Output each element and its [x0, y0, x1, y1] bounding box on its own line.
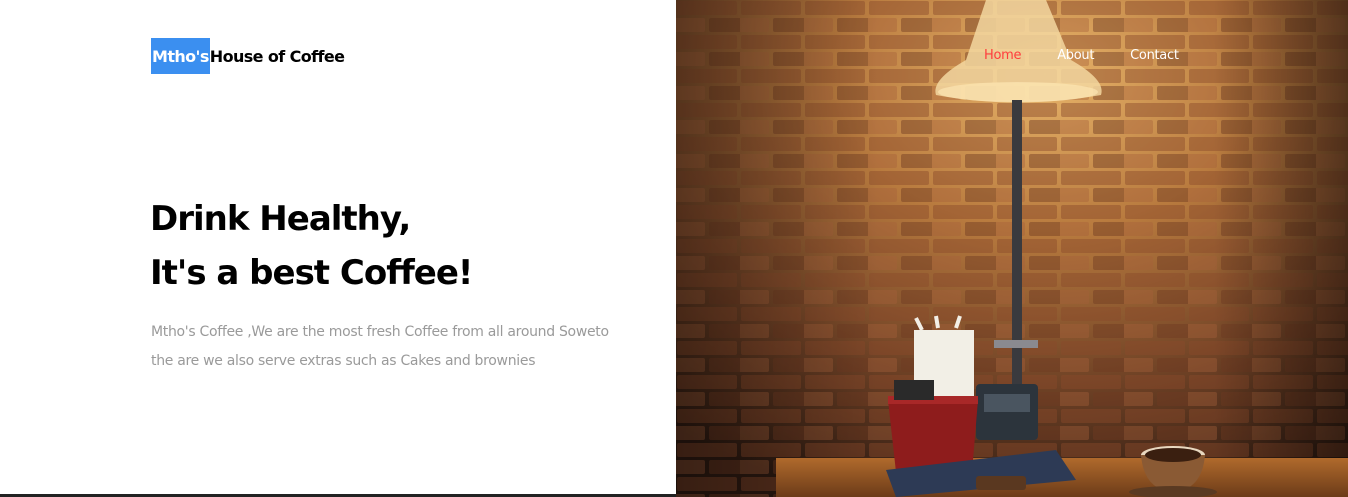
nav-home-link[interactable]: Home: [966, 38, 1039, 74]
hero-text-panel: Mtho's House of Coffee Drink Healthy, It…: [0, 0, 676, 497]
nav-contact-link[interactable]: Contact: [1112, 38, 1196, 74]
main-nav: Home About Contact: [966, 38, 1197, 74]
hero-image: [676, 0, 1348, 497]
hero-description: Mtho's Coffee ,We are the most fresh Cof…: [151, 318, 609, 376]
page: Mtho's House of Coffee Drink Healthy, It…: [0, 0, 1348, 497]
nav-about-link[interactable]: About: [1039, 38, 1112, 74]
brand-highlight: Mtho's: [151, 38, 210, 74]
hero-headline: Drink Healthy, It's a best Coffee!: [150, 192, 473, 300]
hero-headline-line1: Drink Healthy,: [150, 199, 411, 239]
brand-logo[interactable]: Mtho's House of Coffee: [151, 38, 345, 74]
hero-headline-line2: It's a best Coffee!: [150, 253, 473, 293]
hero-description-line1: Mtho's Coffee ,We are the most fresh Cof…: [151, 324, 609, 340]
hero-description-line2: the are we also serve extras such as Cak…: [151, 353, 536, 369]
brand-name: House of Coffee: [209, 46, 345, 66]
